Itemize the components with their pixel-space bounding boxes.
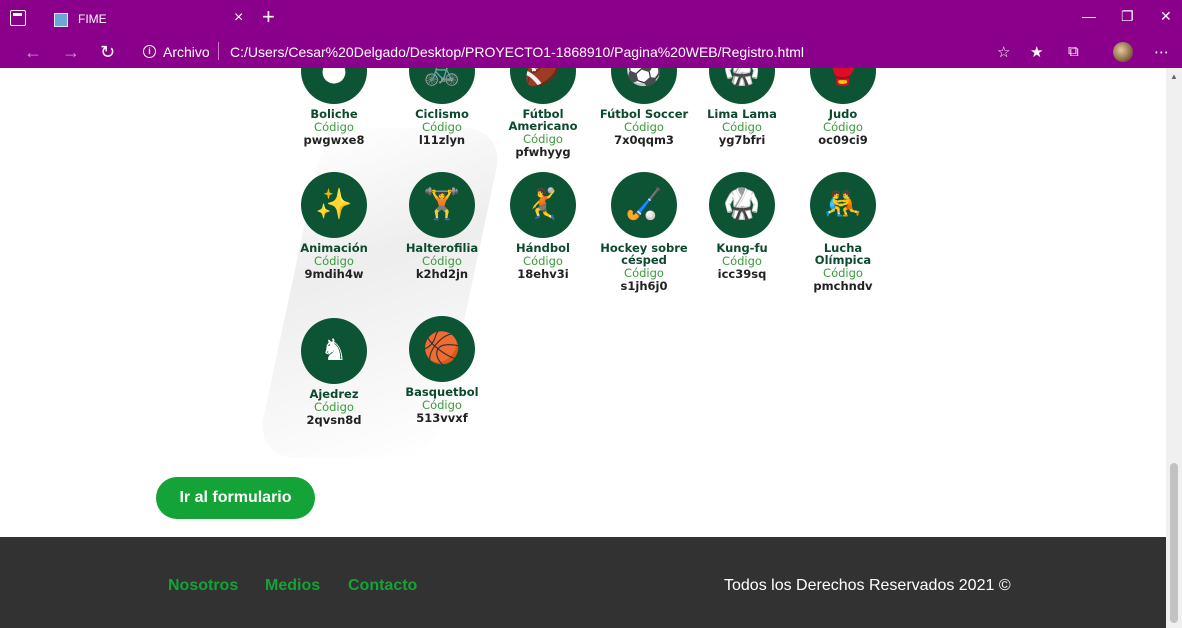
sport-card-hockey: 🏑 Hockey sobre césped Código s1jh6j0 — [596, 172, 692, 293]
favorites-add-icon[interactable]: ☆ — [997, 43, 1010, 61]
restore-icon[interactable]: ❐ — [1121, 8, 1134, 25]
footer: Nosotros Medios Contacto Todos los Derec… — [0, 537, 1166, 628]
go-to-form-button[interactable]: Ir al formulario — [156, 477, 315, 519]
sport-card-judo: 🥊 Judo Código oc09ci9 — [795, 68, 891, 147]
cheerleader-icon: ✨ — [301, 172, 367, 238]
basketball-icon: 🏀 — [409, 316, 475, 382]
new-tab-button[interactable]: + — [262, 4, 275, 30]
profile-icon[interactable] — [1113, 42, 1133, 62]
cycling-icon: 🚲 — [409, 68, 475, 104]
more-icon[interactable]: ⋯ — [1154, 43, 1169, 61]
back-icon[interactable]: ← — [24, 42, 42, 63]
chess-knight-icon: ♞ — [301, 318, 367, 384]
handball-icon: 🤾 — [510, 172, 576, 238]
close-window-icon[interactable]: ✕ — [1160, 8, 1172, 25]
minimize-icon[interactable]: — — [1082, 8, 1096, 24]
info-icon[interactable]: i — [143, 45, 156, 58]
sport-card-handbol: 🤾 Hándbol Código 18ehv3i — [495, 172, 591, 281]
tab-title: FIME — [78, 12, 107, 26]
bowling-icon: ● — [301, 68, 367, 104]
browser-titlebar: FIME × + — ❐ ✕ — [0, 0, 1182, 36]
american-football-icon: 🏈 — [510, 68, 576, 104]
sport-card-kung-fu: 🥋 Kung-fu Código icc39sq — [694, 172, 790, 281]
weightlifting-icon: 🏋 — [409, 172, 475, 238]
address-bar: ← → ↻ i Archivo C:/Users/Cesar%20Delgado… — [0, 36, 1182, 68]
favicon-icon — [54, 13, 68, 27]
tab-close-icon[interactable]: × — [234, 9, 243, 27]
footer-link-contacto[interactable]: Contacto — [348, 577, 417, 595]
martial-arts-icon: 🥋 — [709, 68, 775, 104]
address-protocol[interactable]: Archivo — [163, 44, 210, 60]
scroll-up-icon[interactable]: ▲ — [1170, 72, 1178, 81]
sport-card-ciclismo: 🚲 Ciclismo Código l11zlyn — [394, 68, 490, 147]
refresh-icon[interactable]: ↻ — [100, 42, 115, 63]
copyright-text: Todos los Derechos Reservados 2021 © — [724, 577, 1011, 594]
judo-icon: 🥊 — [810, 68, 876, 104]
kung-fu-icon: 🥋 — [709, 172, 775, 238]
sport-card-lucha-olimpica: 🤼 Lucha Olímpica Código pmchndv — [795, 172, 891, 293]
soccer-ball-icon: ⚽ — [611, 68, 677, 104]
vertical-scrollbar[interactable]: ▲ — [1166, 68, 1182, 628]
sport-card-futbol-soccer: ⚽ Fútbol Soccer Código 7x0qqm3 — [596, 68, 692, 147]
sport-card-futbol-americano: 🏈 Fútbol Americano Código pfwhyyg — [495, 68, 591, 159]
sport-card-halterofilia: 🏋 Halterofilia Código k2hd2jn — [394, 172, 490, 281]
sport-card-ajedrez: ♞ Ajedrez Código 2qvsn8d — [286, 318, 382, 427]
footer-link-medios[interactable]: Medios — [265, 577, 320, 595]
window-menu-icon[interactable] — [10, 10, 26, 26]
forward-icon[interactable]: → — [62, 42, 80, 63]
address-url-input[interactable]: C:/Users/Cesar%20Delgado/Desktop/PROYECT… — [230, 44, 804, 60]
scroll-thumb[interactable] — [1170, 463, 1178, 623]
wrestling-icon: 🤼 — [810, 172, 876, 238]
footer-link-nosotros[interactable]: Nosotros — [168, 577, 238, 595]
page-content: ● Boliche Código pwgwxe8 🚲 Ciclismo Códi… — [0, 68, 1166, 628]
sport-card-basquetbol: 🏀 Basquetbol Código 513vvxf — [394, 316, 490, 425]
sport-card-boliche: ● Boliche Código pwgwxe8 — [286, 68, 382, 147]
sport-card-animacion: ✨ Animación Código 9mdih4w — [286, 172, 382, 281]
browser-tab[interactable]: FIME × — [40, 4, 252, 36]
collections-icon[interactable]: ⧉ — [1068, 43, 1079, 60]
hockey-sticks-icon: 🏑 — [611, 172, 677, 238]
favorites-icon[interactable]: ★ — [1030, 43, 1043, 61]
address-separator — [218, 42, 219, 60]
sport-card-lima-lama: 🥋 Lima Lama Código yg7bfri — [694, 68, 790, 147]
